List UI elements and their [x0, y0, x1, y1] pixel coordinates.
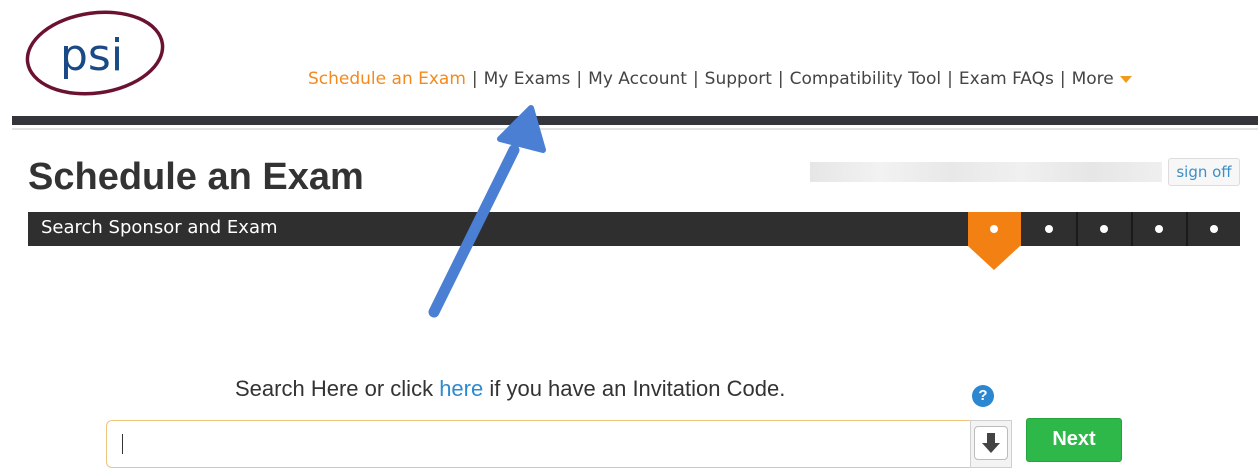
step-dot-icon: [1045, 225, 1053, 233]
nav-separator: |: [471, 69, 478, 89]
nav-separator: |: [692, 69, 699, 89]
search-prompt-after: if you have an Invitation Code.: [483, 376, 786, 401]
invitation-code-link[interactable]: here: [439, 376, 483, 401]
nav-my-exams[interactable]: My Exams: [484, 69, 571, 89]
nav-my-account[interactable]: My Account: [588, 69, 687, 89]
nav-separator: |: [947, 69, 953, 89]
current-step-label: Search Sponsor and Exam: [41, 217, 278, 238]
nav-more-label: More: [1071, 69, 1114, 89]
page-title: Schedule an Exam: [28, 156, 364, 198]
nav-exam-faqs[interactable]: Exam FAQs: [959, 69, 1054, 89]
nav-separator: |: [576, 69, 583, 89]
search-prompt: Search Here or click here if you have an…: [235, 376, 785, 402]
search-prompt-before: Search Here or click: [235, 376, 440, 401]
nav-separator: |: [1059, 69, 1066, 89]
active-step-pointer: [968, 246, 1020, 270]
nav-separator: |: [777, 69, 784, 89]
psi-logo-mark: psi: [25, 10, 165, 96]
nav-more[interactable]: More: [1072, 69, 1132, 89]
wizard-step-5: [1186, 212, 1241, 246]
text-cursor: [122, 434, 123, 454]
wizard-step-2: [1023, 212, 1076, 246]
help-icon[interactable]: ?: [972, 385, 994, 407]
step-dot-icon: [990, 225, 998, 233]
step-dot-icon: [1100, 225, 1108, 233]
header-divider-line: [12, 128, 1258, 130]
top-nav: Schedule an Exam | My Exams | My Account | Sup…: [308, 69, 1132, 89]
logo-text: psi: [60, 30, 123, 81]
nav-schedule-exam[interactable]: Schedule an Exam: [308, 69, 466, 89]
step-dot-icon: [1210, 225, 1218, 233]
wizard-step-4: [1131, 212, 1186, 246]
dropdown-toggle-button[interactable]: [970, 420, 1012, 468]
nav-support[interactable]: Support: [705, 69, 772, 89]
caret-down-icon: [1119, 75, 1132, 83]
next-button[interactable]: Next: [1026, 418, 1122, 462]
user-name-redacted: [810, 162, 1162, 182]
step-dot-icon: [1155, 225, 1163, 233]
header-divider-bar: [12, 116, 1258, 125]
wizard-step-bar: Search Sponsor and Exam: [28, 212, 1240, 246]
sponsor-search-input[interactable]: [106, 420, 970, 468]
wizard-step-3: [1076, 212, 1131, 246]
wizard-step-1: [968, 212, 1021, 246]
psi-logo[interactable]: psi: [22, 8, 168, 98]
sign-off-button[interactable]: sign off: [1168, 158, 1240, 186]
arrow-down-icon: [974, 426, 1008, 460]
nav-compatibility-tool[interactable]: Compatibility Tool: [790, 69, 942, 89]
